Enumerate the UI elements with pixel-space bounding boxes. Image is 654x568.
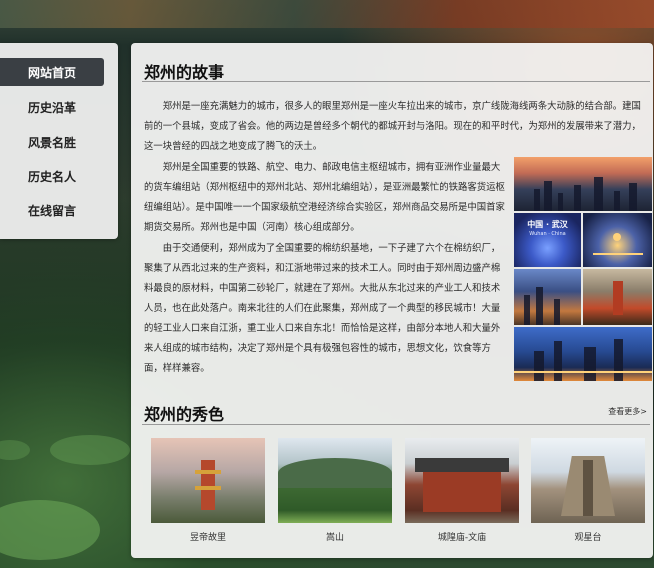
gallery-photo-temple[interactable] [405, 438, 519, 523]
city-photo-collage: 中国 · 武汉 Wuhan · China [514, 157, 652, 381]
story-paragraph-1: 郑州是一座充满魅力的城市，很多人的眼里郑州是一座火车拉出来的城市，京广线陇海线两… [144, 101, 641, 152]
collage-overlay-text: 中国 · 武汉 [527, 220, 568, 229]
nav-item-home[interactable]: 网站首页 [0, 58, 104, 86]
gallery-divider [142, 424, 650, 425]
story-divider [142, 81, 650, 82]
city-skyline-sunset-photo [514, 157, 652, 211]
background-top-strip [0, 0, 654, 28]
pagoda-tower-photo [583, 269, 652, 325]
gallery-caption: 昱帝故里 [189, 533, 226, 543]
gallery-photo-yellow-crane-tower[interactable] [151, 438, 265, 523]
city-night-lights-photo [583, 213, 652, 267]
gallery-photo-observatory[interactable] [531, 438, 645, 523]
city-night-bridge-photo [514, 327, 652, 381]
city-night-fountain-photo: 中国 · 武汉 Wuhan · China [514, 213, 581, 267]
sidebar-nav: 网站首页 历史沿革 风景名胜 历史名人 在线留言 [0, 43, 118, 239]
story-paragraph-3: 由于交通便利，郑州成为了全国重要的棉纺织基地，一下子建了六个在棉纺织厂，聚集了从… [144, 243, 501, 374]
collage-overlay-subtext: Wuhan · China [529, 231, 566, 237]
story-paragraph-2: 郑州是全国重要的铁路、航空、电力、邮政电信主枢纽城市，拥有亚洲作业量最大的货车编… [144, 162, 505, 233]
view-more-link[interactable]: 查看更多> [608, 406, 647, 417]
city-dusk-skyline-photo [514, 269, 581, 325]
nav-item-history[interactable]: 历史沿革 [0, 93, 104, 121]
gallery-title: 郑州的秀色 [144, 405, 225, 424]
gallery-photo-mount-song[interactable] [278, 438, 392, 523]
gallery-caption: 观星台 [574, 533, 602, 543]
main-content-panel: 郑州的故事 郑州是一座充满魅力的城市，很多人的眼里郑州是一座火车拉出来的城市，京… [131, 43, 653, 558]
nav-item-celebrities[interactable]: 历史名人 [0, 162, 104, 190]
nav-item-guestbook[interactable]: 在线留言 [0, 196, 104, 224]
background-lotus-leaf [50, 435, 130, 465]
gallery-caption: 城隍庙-文庙 [437, 533, 487, 543]
nav-item-scenery[interactable]: 风景名胜 [0, 128, 104, 156]
story-title: 郑州的故事 [144, 63, 225, 82]
gallery-caption: 嵩山 [325, 533, 344, 543]
